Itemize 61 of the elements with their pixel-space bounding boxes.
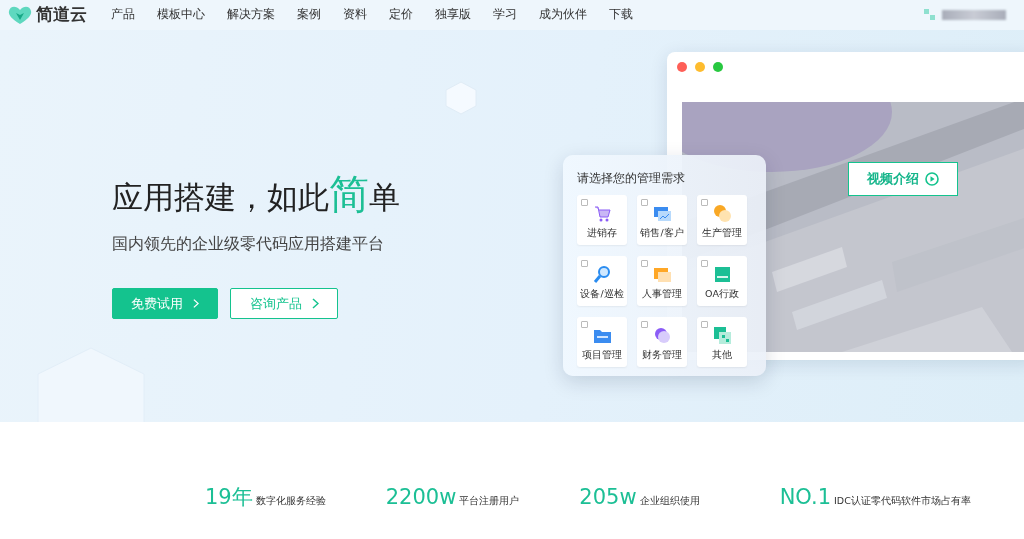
option-card[interactable]: 进销存 — [577, 195, 627, 245]
nav-link[interactable]: 解决方案 — [227, 6, 275, 24]
option-card[interactable]: OA行政 — [697, 256, 747, 306]
hero-subtitle: 国内领先的企业级零代码应用搭建平台 — [112, 233, 385, 255]
stat-label: IDC认证零代码软件市场占有率 — [834, 494, 971, 508]
nav-link[interactable]: 资料 — [343, 6, 367, 24]
play-icon — [925, 171, 939, 186]
stat-value: NO.1 — [779, 484, 832, 511]
checkbox[interactable] — [701, 321, 708, 328]
brand-name: 简道云 — [36, 3, 87, 27]
minimize-dot — [695, 62, 705, 72]
stat-label: 数字化服务经验 — [255, 494, 326, 508]
option-card[interactable]: 销售/客户 — [637, 195, 687, 245]
nav-link[interactable]: 案例 — [297, 6, 321, 24]
nav-link[interactable]: 模板中心 — [157, 6, 205, 24]
stat-value: 205w — [579, 484, 637, 511]
option-card[interactable]: 其他 — [697, 317, 747, 367]
checkbox[interactable] — [581, 321, 588, 328]
cube-icon — [36, 346, 146, 422]
hero-headline: 应用搭建，如此简单 — [112, 170, 400, 218]
checkbox[interactable] — [581, 260, 588, 267]
option-label: OA行政 — [705, 286, 739, 301]
checkbox[interactable] — [641, 321, 648, 328]
stat-value: 2200w — [385, 484, 457, 511]
checkbox[interactable] — [701, 260, 708, 267]
grid-icon — [712, 325, 732, 345]
stat-label: 平台注册用户 — [459, 494, 520, 508]
option-card[interactable]: 人事管理 — [637, 256, 687, 306]
close-dot — [677, 62, 687, 72]
option-label: 项目管理 — [582, 347, 622, 362]
nav-link[interactable]: 定价 — [389, 6, 413, 24]
panel-title: 请选择您的管理需求 — [577, 170, 686, 187]
checkbox[interactable] — [581, 199, 588, 206]
document-icon — [712, 264, 732, 284]
option-label: 其他 — [712, 347, 732, 362]
option-label: 生产管理 — [702, 225, 742, 240]
chevron-right-icon — [193, 298, 199, 309]
logo-icon — [8, 5, 32, 25]
cart-icon — [592, 203, 612, 223]
option-card[interactable]: 设备/巡检 — [577, 256, 627, 306]
option-label: 进销存 — [587, 225, 617, 240]
checkbox[interactable] — [641, 199, 648, 206]
checkbox[interactable] — [641, 260, 648, 267]
nav-link[interactable]: 产品 — [111, 6, 135, 24]
nav-link[interactable]: 下载 — [609, 6, 633, 24]
option-label: 设备/巡检 — [580, 286, 624, 301]
blurred-username[interactable] — [942, 10, 1006, 20]
option-card[interactable]: 项目管理 — [577, 317, 627, 367]
option-label: 人事管理 — [642, 286, 682, 301]
option-label: 财务管理 — [642, 347, 682, 362]
maximize-dot — [713, 62, 723, 72]
option-card[interactable]: 生产管理 — [697, 195, 747, 245]
nav-link[interactable]: 学习 — [493, 6, 517, 24]
checkbox[interactable] — [701, 199, 708, 206]
nav-link[interactable]: 成为伙伴 — [539, 6, 587, 24]
stat-label: 企业组织使用 — [639, 494, 700, 508]
nav-link[interactable]: 独享版 — [435, 6, 471, 24]
stat-value: 19年 — [205, 484, 253, 511]
chevron-right-icon — [311, 298, 319, 309]
option-card[interactable]: 财务管理 — [637, 317, 687, 367]
option-label: 销售/客户 — [640, 225, 684, 240]
